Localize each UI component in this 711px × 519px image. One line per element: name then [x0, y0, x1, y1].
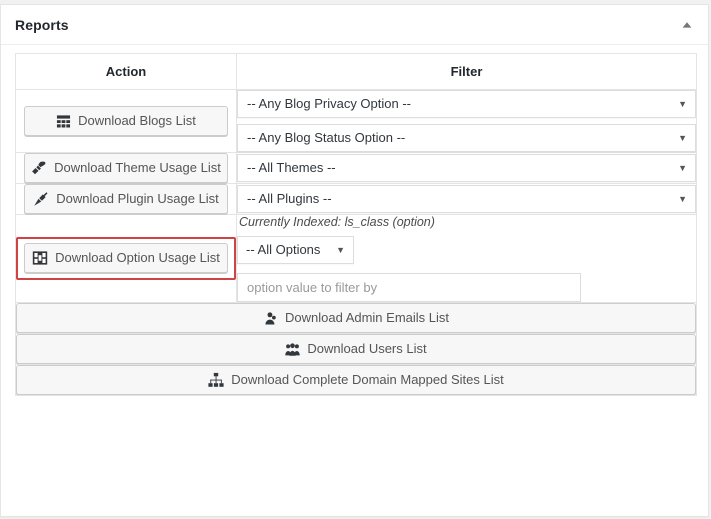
action-cell-domain-mapped-sites: Download Complete Domain Mapped Sites Li…	[15, 364, 697, 396]
download-blogs-list-label: Download Blogs List	[78, 113, 196, 128]
options-select[interactable]: -- All Options ▼	[237, 236, 354, 264]
table-row: Download Option Usage List Currently Ind…	[15, 214, 697, 303]
panel-header: Reports	[1, 5, 708, 45]
blog-privacy-select[interactable]: -- Any Blog Privacy Option -- ▼	[237, 90, 696, 118]
admin-user-icon	[263, 311, 278, 326]
reports-table: Action Filter Download Blogs List -- Any…	[15, 53, 697, 396]
download-blogs-list-button[interactable]: Download Blogs List	[24, 106, 228, 136]
chevron-down-icon: ▼	[336, 245, 345, 255]
filter-cell-plugin-usage: -- All Plugins -- ▼	[236, 183, 697, 215]
download-plugin-usage-list-label: Download Plugin Usage List	[56, 191, 219, 206]
download-option-usage-list-button[interactable]: Download Option Usage List	[24, 243, 228, 273]
download-theme-usage-list-button[interactable]: Download Theme Usage List	[24, 153, 228, 183]
chevron-up-icon[interactable]	[674, 13, 700, 37]
options-select-value: -- All Options	[246, 242, 321, 257]
layout-columns-icon	[32, 250, 48, 266]
table-row: Download Plugin Usage List -- All Plugin…	[15, 183, 697, 215]
highlight-box-option-usage: Download Option Usage List	[16, 237, 236, 280]
download-theme-usage-list-label: Download Theme Usage List	[54, 160, 221, 175]
chevron-down-icon: ▼	[678, 194, 687, 204]
table-row: Download Theme Usage List -- All Themes …	[15, 152, 697, 184]
table-row: Download Users List	[15, 333, 697, 365]
plugins-select-value: -- All Plugins --	[247, 191, 332, 206]
blog-privacy-select-value: -- Any Blog Privacy Option --	[247, 96, 411, 111]
filter-cell-option-usage: Currently Indexed: ls_class (option) -- …	[236, 214, 697, 303]
action-cell-blogs: Download Blogs List	[15, 89, 237, 153]
plugins-select[interactable]: -- All Plugins -- ▼	[237, 185, 696, 213]
currently-indexed-note: Currently Indexed: ls_class (option)	[239, 215, 435, 229]
filter-cell-blogs: -- Any Blog Privacy Option -- ▼ -- Any B…	[236, 89, 697, 153]
column-header-filter: Filter	[236, 53, 697, 90]
download-users-list-button[interactable]: Download Users List	[16, 334, 696, 364]
column-header-action: Action	[15, 53, 237, 90]
action-cell-option-usage: Download Option Usage List	[15, 214, 237, 303]
themes-select-value: -- All Themes --	[247, 160, 336, 175]
option-value-filter-input[interactable]	[237, 273, 581, 302]
download-domain-mapped-sites-list-label: Download Complete Domain Mapped Sites Li…	[231, 372, 504, 387]
plug-icon	[33, 191, 49, 207]
download-plugin-usage-list-button[interactable]: Download Plugin Usage List	[24, 184, 228, 214]
sitemap-icon	[208, 372, 224, 388]
chevron-down-icon: ▼	[678, 163, 687, 173]
blog-status-select[interactable]: -- Any Blog Status Option -- ▼	[237, 124, 696, 152]
dashboard-grid-icon	[56, 114, 71, 129]
table-row: Download Complete Domain Mapped Sites Li…	[15, 364, 697, 396]
filter-cell-theme-usage: -- All Themes -- ▼	[236, 152, 697, 184]
blog-status-select-value: -- Any Blog Status Option --	[247, 130, 406, 145]
table-row: Download Blogs List -- Any Blog Privacy …	[15, 89, 697, 153]
groups-icon	[285, 342, 301, 357]
table-row: Download Admin Emails List	[15, 302, 697, 334]
action-cell-theme-usage: Download Theme Usage List	[15, 152, 237, 184]
download-admin-emails-list-button[interactable]: Download Admin Emails List	[16, 303, 696, 333]
page-title: Reports	[15, 16, 69, 33]
action-cell-users: Download Users List	[15, 333, 697, 365]
download-option-usage-list-label: Download Option Usage List	[55, 250, 220, 265]
download-admin-emails-list-label: Download Admin Emails List	[284, 310, 450, 325]
action-cell-plugin-usage: Download Plugin Usage List	[15, 183, 237, 215]
table-header-row: Action Filter	[15, 53, 697, 90]
paintbrush-icon	[31, 160, 47, 176]
chevron-down-icon: ▼	[678, 99, 687, 109]
reports-panel: Reports Action Filter Download Blogs Lis…	[0, 4, 709, 517]
download-users-list-label: Download Users List	[307, 341, 427, 356]
action-cell-admin-emails: Download Admin Emails List	[15, 302, 697, 334]
chevron-down-icon: ▼	[678, 133, 687, 143]
download-domain-mapped-sites-list-button[interactable]: Download Complete Domain Mapped Sites Li…	[16, 365, 696, 395]
themes-select[interactable]: -- All Themes -- ▼	[237, 154, 696, 182]
